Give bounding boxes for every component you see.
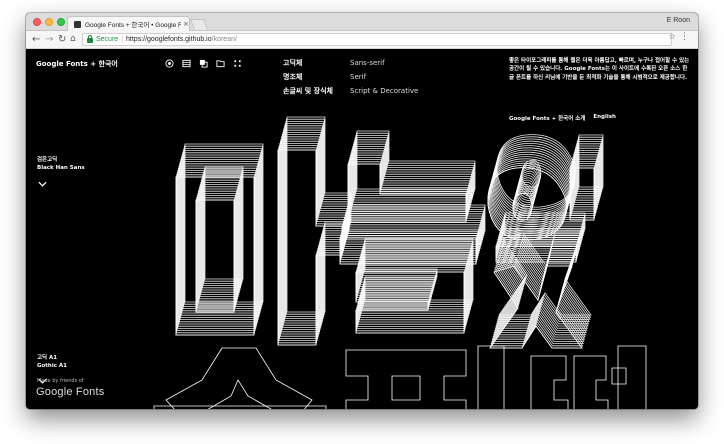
back-icon[interactable]: ← — [32, 33, 40, 46]
chevron-down-icon[interactable] — [38, 181, 47, 187]
url-host: https://googlefonts.github.io — [126, 36, 212, 43]
font-name-ko: 고딕 A1 — [37, 355, 58, 361]
browser-tab[interactable]: Google Fonts + 한국어 • Google Fonts × — [67, 16, 190, 31]
target-icon[interactable] — [165, 59, 174, 68]
about-link[interactable]: Google Fonts + 한국어 소개 — [509, 114, 585, 122]
font-name-en: Black Han Sans — [37, 165, 85, 171]
nav-script-decorative[interactable]: 손글씨 및 장식체 Script & Decorative — [283, 86, 418, 100]
view-mode-icons — [165, 59, 242, 68]
site-brand[interactable]: Google Fonts + 한국어 — [36, 59, 118, 69]
reload-icon[interactable]: ↻ — [58, 33, 66, 46]
profile-name[interactable]: E Roon — [667, 17, 690, 24]
copy-icon[interactable] — [199, 59, 208, 68]
new-tab-button[interactable] — [189, 19, 209, 30]
nav-label-ko[interactable]: 손글씨 및 장식체 — [283, 86, 350, 100]
nav-label-en[interactable]: Serif — [350, 72, 366, 86]
nav-label-en[interactable]: Script & Decorative — [350, 86, 418, 100]
window-minimize-button[interactable] — [45, 18, 53, 26]
home-icon[interactable]: ⌂ — [70, 33, 76, 46]
nav-label-ko[interactable]: 고딕체 — [283, 58, 350, 72]
desktop-background: Google Fonts + 한국어 • Google Fonts × E Ro… — [0, 0, 724, 444]
page-content: Google Fonts + 한국어 고딕체 Sans-serif 명조체 Se… — [26, 50, 698, 409]
favicon-icon — [74, 20, 81, 28]
forward-icon[interactable]: → — [45, 33, 53, 46]
font-label-gothic-a1[interactable]: 고딕 A1 Gothic A1 — [37, 354, 67, 370]
tab-strip: Google Fonts + 한국어 • Google Fonts × E Ro… — [26, 13, 698, 31]
url-separator: | — [121, 36, 124, 43]
nav-label-ko[interactable]: 명조체 — [283, 72, 350, 86]
secure-label: Secure — [96, 36, 119, 43]
browser-menu-icon[interactable]: ⋮ — [680, 32, 689, 42]
category-nav: 고딕체 Sans-serif 명조체 Serif 손글씨 및 장식체 Scrip… — [283, 58, 418, 100]
font-label-black-han-sans[interactable]: 검은고딕 Black Han Sans — [37, 156, 85, 172]
nav-label-en[interactable]: Sans-serif — [350, 58, 385, 72]
nav-serif[interactable]: 명조체 Serif — [283, 72, 418, 86]
made-by-label: Made by friends of — [37, 378, 84, 384]
about-links: Google Fonts + 한국어 소개 English — [509, 114, 616, 122]
language-toggle-link[interactable]: English — [593, 114, 616, 122]
window-icon[interactable] — [216, 59, 225, 68]
browser-window: Google Fonts + 한국어 • Google Fonts × E Ro… — [26, 13, 698, 409]
nav-sans-serif[interactable]: 고딕체 Sans-serif — [283, 58, 418, 72]
window-maximize-button[interactable] — [57, 18, 65, 26]
bookmark-star-icon[interactable]: ☆ — [668, 32, 676, 42]
hero-typography-lower-row — [153, 345, 647, 409]
window-close-button[interactable] — [33, 18, 41, 26]
url-path: /korean/ — [211, 36, 237, 43]
tab-title: Google Fonts + 한국어 • Google Fonts — [85, 22, 181, 29]
font-name-ko: 검은고딕 — [37, 157, 58, 163]
google-fonts-logo[interactable]: Google Fonts — [36, 386, 104, 398]
about-text: 좋은 타이포그래피를 통해 웹은 더욱 아름답고, 빠르며, 누구나 접어할 수… — [509, 58, 690, 81]
tab-close-icon[interactable]: × — [183, 20, 189, 28]
stack-icon[interactable] — [182, 59, 191, 68]
lock-icon — [87, 35, 93, 43]
browser-toolbar: ← → ↻ ⌂ Secure | https://googlefonts.git… — [26, 31, 698, 49]
font-name-en: Gothic A1 — [37, 363, 67, 369]
grid-icon[interactable] — [233, 59, 242, 68]
address-bar[interactable]: Secure | https://googlefonts.github.io /… — [82, 33, 672, 46]
